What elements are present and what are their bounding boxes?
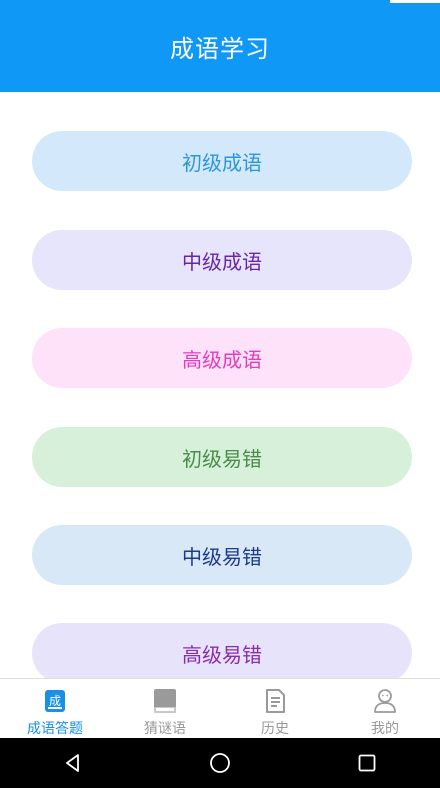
level-button-advanced-mistakes[interactable]: 高级易错 bbox=[32, 623, 412, 678]
app-header: 成语学习 bbox=[0, 0, 440, 92]
tab-riddles[interactable]: 猜谜语 bbox=[110, 679, 220, 739]
back-icon[interactable] bbox=[53, 743, 93, 783]
level-button-label: 初级易错 bbox=[182, 446, 262, 471]
idiom-quiz-icon: 成 bbox=[41, 688, 69, 714]
recent-apps-icon[interactable] bbox=[347, 743, 387, 783]
level-button-intermediate-idioms[interactable]: 中级成语 bbox=[32, 230, 412, 290]
level-list[interactable]: 初级成语 中级成语 高级成语 初级易错 中级易错 高级易错 bbox=[0, 92, 440, 678]
document-icon bbox=[261, 688, 289, 714]
tab-label: 成语答题 bbox=[27, 721, 83, 737]
user-icon bbox=[371, 688, 399, 714]
tab-label: 历史 bbox=[261, 721, 289, 737]
tab-label: 猜谜语 bbox=[144, 721, 186, 737]
book-icon bbox=[151, 688, 179, 714]
level-button-label: 中级易错 bbox=[182, 544, 262, 569]
tab-profile[interactable]: 我的 bbox=[330, 679, 440, 739]
level-button-label: 高级易错 bbox=[182, 642, 262, 667]
home-icon[interactable] bbox=[200, 743, 240, 783]
level-button-advanced-idioms[interactable]: 高级成语 bbox=[32, 328, 412, 388]
level-button-intermediate-mistakes[interactable]: 中级易错 bbox=[32, 525, 412, 585]
tab-idiom-quiz[interactable]: 成 成语答题 bbox=[0, 679, 110, 739]
level-button-label: 初级成语 bbox=[182, 150, 262, 175]
status-strip bbox=[390, 0, 440, 3]
level-button-label: 中级成语 bbox=[182, 249, 262, 274]
level-button-beginner-idioms[interactable]: 初级成语 bbox=[32, 131, 412, 191]
tab-label: 我的 bbox=[371, 721, 399, 737]
level-button-beginner-mistakes[interactable]: 初级易错 bbox=[32, 427, 412, 487]
bottom-tab-bar: 成 成语答题 猜谜语 历史 我的 bbox=[0, 678, 440, 739]
tab-history[interactable]: 历史 bbox=[220, 679, 330, 739]
system-navigation-bar bbox=[0, 738, 440, 788]
level-button-label: 高级成语 bbox=[182, 347, 262, 372]
page-title: 成语学习 bbox=[170, 34, 270, 63]
